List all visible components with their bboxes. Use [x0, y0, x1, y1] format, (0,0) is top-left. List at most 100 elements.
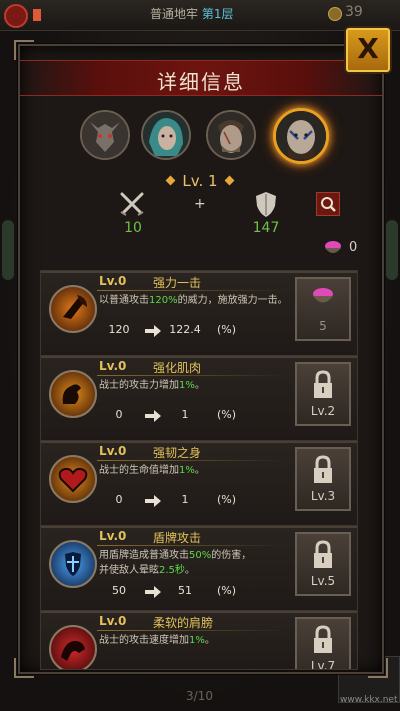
gem-bowl-icon [313, 288, 333, 303]
turn-counter: 3/10 [186, 689, 213, 703]
skill-divider [41, 441, 357, 443]
tattooed-warrior-icon [276, 111, 326, 161]
shoulder-icon [49, 625, 97, 669]
gold-count: 39 [345, 4, 363, 20]
hero-portrait-goat-demon[interactable] [80, 110, 130, 160]
gem-bowl-icon [325, 241, 341, 253]
padlock-icon [314, 370, 332, 398]
skill-locked-slot[interactable]: Lv.7 [295, 617, 351, 670]
title-bar: 详细信息 [20, 60, 382, 96]
upgrade-cost: 5 [319, 319, 327, 333]
skill-divider [41, 356, 357, 358]
skill-name: 盾牌攻击 [153, 531, 202, 545]
skill-description: 战士的生命值增加1%。 [99, 465, 205, 476]
crossed-swords-icon [120, 192, 144, 216]
defense-value: 147 [252, 220, 280, 236]
goat-demon-icon [82, 112, 128, 158]
close-button[interactable]: X [346, 28, 390, 72]
skill-current-value: 50 [112, 584, 126, 597]
skill-name: 强力一击 [153, 276, 202, 290]
skill-next-value: 122.4 [169, 323, 201, 336]
skill-row[interactable]: Lv.0 柔软的肩膀 战士的攻击速度增加1%。 Lv.7 [40, 610, 358, 670]
shield-icon [256, 192, 276, 217]
player-badge-icon[interactable] [4, 4, 28, 28]
padlock-icon [314, 625, 332, 653]
hero-portrait-scarred-man[interactable] [206, 110, 256, 160]
floor-label: 普通地牢 [150, 7, 199, 21]
plus-sign: + [194, 196, 206, 212]
skill-underline [97, 545, 287, 546]
skill-locked-slot[interactable]: Lv.2 [295, 362, 351, 426]
skill-next-value: 51 [178, 584, 192, 597]
skill-level: Lv.0 [99, 444, 127, 458]
teal-haired-woman-icon [143, 112, 189, 158]
skill-name: 强化肌肉 [153, 361, 202, 375]
skill-level: Lv.0 [99, 359, 127, 373]
scarred-man-icon [208, 112, 254, 158]
skill-next-value: 1 [181, 493, 189, 506]
axe-strike-icon [49, 285, 97, 333]
skill-underline [97, 630, 287, 631]
skill-name: 柔软的肩膀 [153, 616, 214, 630]
skill-current-value: 0 [115, 493, 123, 506]
gem-count: 0 [349, 240, 358, 255]
padlock-icon [314, 540, 332, 568]
skill-current-value: 0 [115, 408, 123, 421]
skill-description: 以普通攻击120%的威力，施放强力一击。 [99, 295, 288, 306]
unlock-level: Lv.7 [310, 659, 336, 670]
skill-row[interactable]: Lv.0 强力一击 以普通攻击120%的威力，施放强力一击。 120 122.4… [40, 270, 358, 356]
skill-divider [41, 271, 357, 273]
inspect-button[interactable] [316, 192, 340, 216]
skill-description: 用盾牌造成普通攻击50%的伤害， 并使敌人晕眩2.5秒。 [99, 550, 252, 576]
shield-bash-icon [49, 540, 97, 588]
left-side-handle [2, 220, 14, 280]
panel-corner [368, 658, 388, 678]
skill-level: Lv.0 [99, 529, 127, 543]
heart-icon [49, 455, 97, 503]
right-side-handle [386, 220, 398, 280]
diamond-icon [165, 175, 176, 186]
skill-unit: (%) [217, 408, 237, 421]
skill-name: 强韧之身 [153, 446, 202, 460]
skill-locked-slot[interactable]: Lv.3 [295, 447, 351, 511]
skill-description: 战士的攻击力增加1%。 [99, 380, 205, 391]
arrow-right-icon [145, 586, 161, 598]
skill-divider [41, 526, 357, 528]
skill-current-value: 120 [108, 323, 130, 336]
skill-unit: (%) [217, 323, 237, 336]
alert-icon[interactable] [33, 9, 41, 21]
skill-unit: (%) [217, 493, 237, 506]
skill-underline [97, 290, 287, 291]
skill-locked-slot[interactable]: Lv.5 [295, 532, 351, 596]
panel-corner [14, 40, 34, 60]
skill-row[interactable]: Lv.0 强化肌肉 战士的攻击力增加1%。 0 1 (%) Lv.2 [40, 355, 358, 441]
hero-portrait-teal-haired-woman[interactable] [141, 110, 191, 160]
diamond-icon [224, 175, 235, 186]
skill-next-value: 1 [181, 408, 189, 421]
skill-level: Lv.0 [99, 274, 127, 288]
skill-divider [41, 611, 357, 613]
skill-underline [97, 460, 287, 461]
floor-indicator: 普通地牢 第1层 [150, 5, 233, 22]
hero-portrait-tattooed-warrior[interactable] [273, 108, 329, 164]
coin-icon [328, 7, 342, 21]
skill-underline [97, 375, 287, 376]
top-hud-bar: 普通地牢 第1层 39 [0, 0, 400, 31]
unlock-level: Lv.5 [310, 574, 336, 588]
attack-value: 10 [124, 220, 142, 236]
skill-row[interactable]: Lv.0 盾牌攻击 用盾牌造成普通攻击50%的伤害， 并使敌人晕眩2.5秒。 50… [40, 525, 358, 611]
floor-level: 第1层 [201, 7, 234, 21]
arrow-right-icon [145, 495, 161, 507]
watermark-text: www.kkx.net [340, 695, 398, 705]
skill-row[interactable]: Lv.0 强韧之身 战士的生命值增加1%。 0 1 (%) Lv.3 [40, 440, 358, 526]
dialog-title: 详细信息 [157, 70, 245, 94]
hero-level-text: Lv. 1 [182, 172, 218, 190]
magnifier-icon [321, 197, 336, 212]
skill-upgrade-slot[interactable]: 5 [295, 277, 351, 341]
unlock-level: Lv.2 [310, 404, 336, 418]
close-icon: X [357, 32, 379, 65]
hero-level: Lv. 1 [0, 172, 400, 190]
padlock-icon [314, 455, 332, 483]
skill-level: Lv.0 [99, 614, 127, 628]
muscle-icon [49, 370, 97, 418]
